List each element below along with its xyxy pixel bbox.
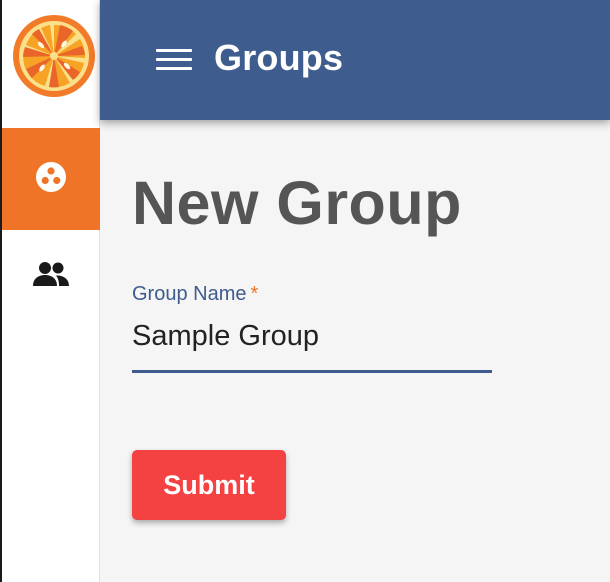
group-name-input[interactable]	[132, 316, 492, 356]
group-name-underline	[132, 370, 492, 373]
people-icon	[32, 261, 70, 292]
group-name-field: Group Name *	[132, 280, 492, 374]
page-title: New Group	[132, 169, 462, 237]
group-name-label-text: Group Name	[132, 283, 247, 305]
app-root: Groups New Group Group Name* Submit	[0, 0, 610, 582]
nav-item-groups[interactable]	[2, 128, 100, 230]
orange-slice-icon	[12, 14, 96, 98]
group-name-label: Group Name *	[132, 282, 258, 306]
nav-item-people[interactable]	[2, 228, 100, 324]
submit-button[interactable]: Submit	[132, 450, 286, 520]
required-marker: *	[250, 283, 259, 305]
main-content: New Group Group Name* Submit	[100, 120, 610, 582]
menu-icon[interactable]	[154, 46, 192, 74]
nav-rail	[0, 0, 100, 582]
app-bar: Groups	[100, 0, 610, 120]
app-bar-title: Groups	[214, 37, 344, 78]
groups-icon	[35, 161, 67, 198]
